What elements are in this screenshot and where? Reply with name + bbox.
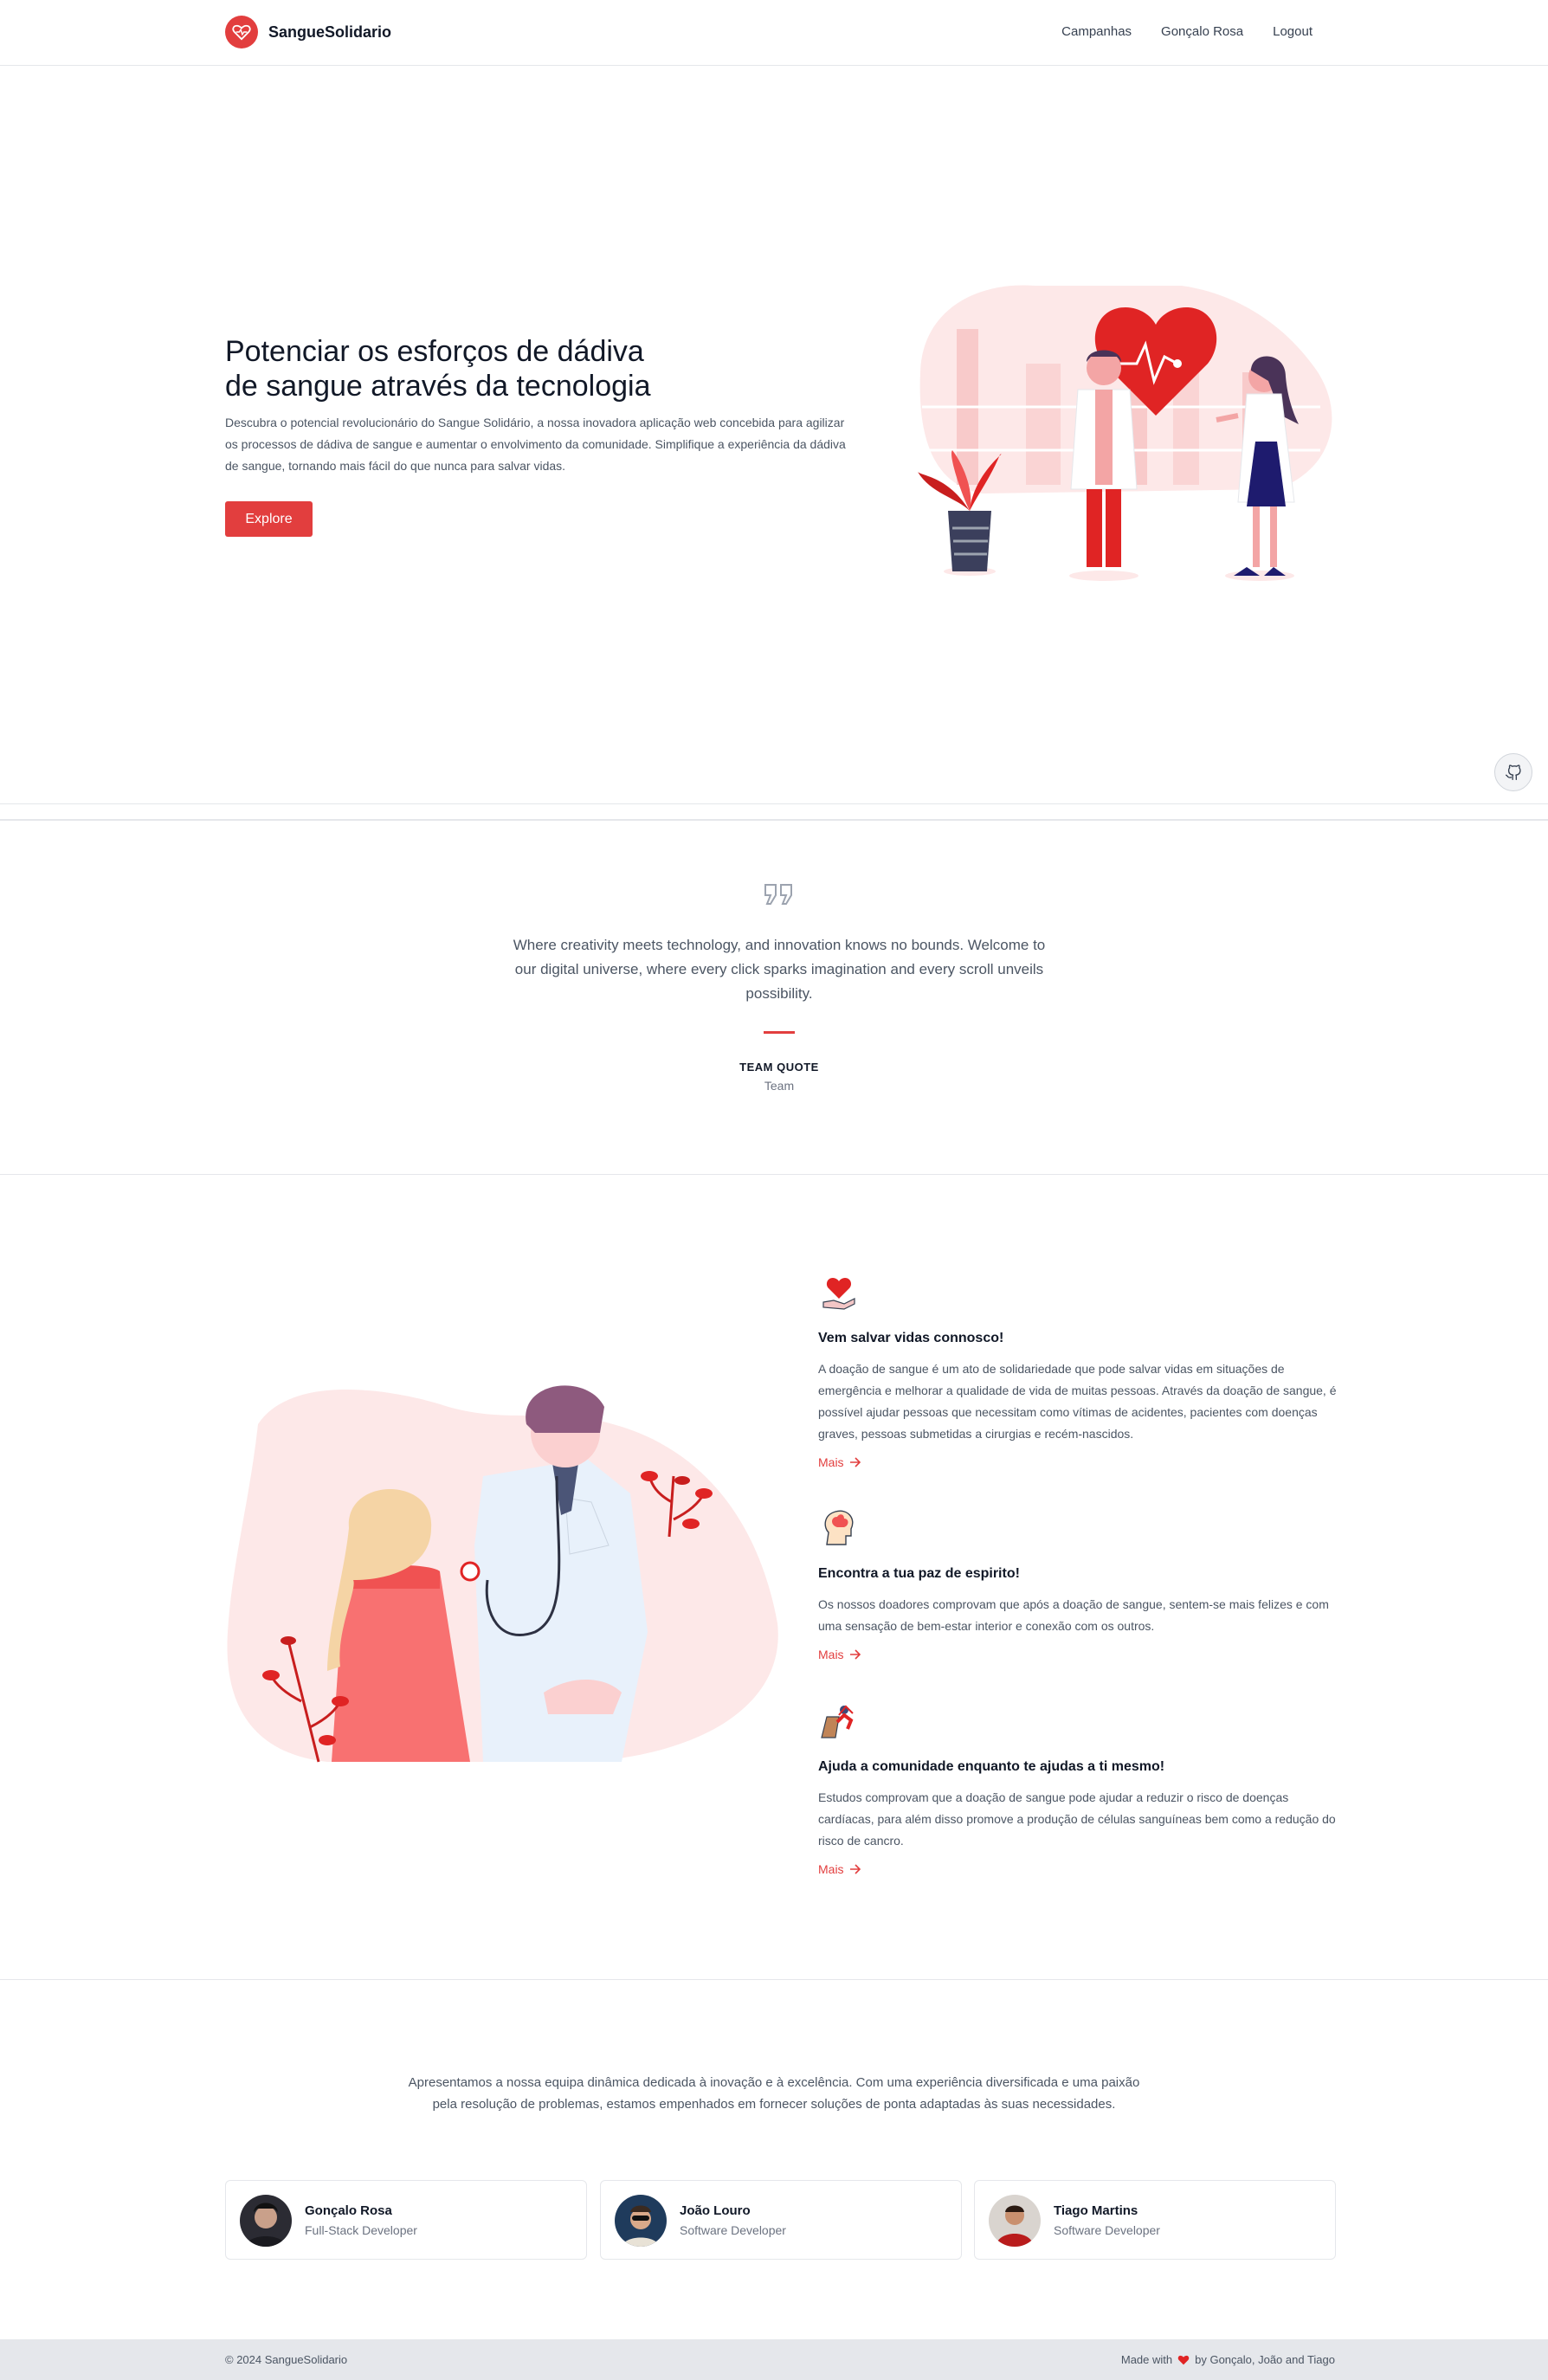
explore-button[interactable]: Explore <box>225 501 313 537</box>
nav-link-campanhas[interactable]: Campanhas <box>1061 24 1132 39</box>
doctor-patient-illustration <box>227 1385 778 1763</box>
section-divider <box>0 1174 1548 1175</box>
member-name: João Louro <box>680 2203 751 2218</box>
quote-role: Team <box>764 1079 795 1093</box>
avatar <box>615 2195 667 2247</box>
hero-title-line-2: de sangue através da tecnologia <box>225 370 651 403</box>
heart-hand-icon <box>822 1278 855 1310</box>
feature-item: Vem salvar vidas connosco! A doação de s… <box>818 1271 1338 1471</box>
member-name: Tiago Martins <box>1054 2203 1138 2218</box>
member-name: Gonçalo Rosa <box>305 2203 392 2218</box>
brand-name: SangueSolidario <box>268 23 392 41</box>
doctors-heart-illustration <box>918 285 1332 581</box>
heart-icon <box>1177 2355 1190 2365</box>
section-divider <box>0 803 1548 804</box>
hero-description: Descubra o potencial revolucionário do S… <box>225 416 846 473</box>
team-member-card: Gonçalo Rosa Full-Stack Developer <box>225 2180 587 2260</box>
feature-description: Os nossos doadores comprovam que após a … <box>818 1597 1329 1633</box>
made-with: Made with by Gonçalo, João and Tiago <box>1121 2353 1335 2366</box>
feature-title: Vem salvar vidas connosco! <box>818 1331 1004 1345</box>
feature-title: Encontra a tua paz de espirito! <box>818 1566 1020 1581</box>
made-with-label: Made with <box>1120 2353 1173 2366</box>
team-member-card: Tiago Martins Software Developer <box>974 2180 1336 2260</box>
brand[interactable]: SangueSolidario <box>225 16 391 48</box>
nav-link-user[interactable]: Gonçalo Rosa <box>1161 24 1243 39</box>
feature-description: Estudos comprovam que a doação de sangue… <box>818 1790 1336 1848</box>
quote-text: Where creativity meets technology, and i… <box>513 937 1046 1002</box>
more-link[interactable]: Mais <box>818 1862 861 1876</box>
team-intro: Apresentamos a nossa equipa dinâmica ded… <box>408 2075 1140 2112</box>
more-link-label: Mais <box>818 1648 844 1661</box>
copyright: © 2024 SangueSolidario <box>225 2353 348 2366</box>
feature-description: A doação de sangue é um ato de solidarie… <box>818 1362 1337 1441</box>
feature-item: Encontra a tua paz de espirito! Os nosso… <box>818 1506 1338 1663</box>
quote-accent-bar <box>764 1031 795 1034</box>
avatar <box>240 2195 292 2247</box>
section-divider <box>0 819 1548 821</box>
member-role: Full-Stack Developer <box>305 2223 417 2237</box>
section-divider <box>0 1979 1548 1980</box>
made-by-label: by Gonçalo, João and Tiago <box>1195 2353 1335 2366</box>
member-role: Software Developer <box>680 2223 786 2237</box>
feature-title: Ajuda a comunidade enquanto te ajudas a … <box>818 1759 1165 1774</box>
community-icon <box>821 1705 854 1738</box>
quote-icon <box>764 884 792 905</box>
avatar <box>989 2195 1041 2247</box>
more-link[interactable]: Mais <box>818 1648 861 1661</box>
hero-title: Potenciar os esforços de dádiva de sangu… <box>225 334 814 403</box>
github-icon[interactable] <box>1494 753 1532 791</box>
team-member-card: João Louro Software Developer <box>600 2180 962 2260</box>
more-link-label: Mais <box>818 1862 844 1876</box>
arrow-right-icon <box>849 1457 861 1467</box>
quote-author: TEAM QUOTE <box>739 1061 819 1074</box>
mind-icon <box>824 1510 854 1545</box>
member-role: Software Developer <box>1054 2223 1160 2237</box>
more-link[interactable]: Mais <box>818 1455 861 1469</box>
arrow-right-icon <box>849 1649 861 1660</box>
footer: © 2024 SangueSolidario Made with by Gonç… <box>0 2339 1548 2380</box>
arrow-right-icon <box>849 1864 861 1874</box>
feature-item: Ajuda a comunidade enquanto te ajudas a … <box>818 1700 1338 1878</box>
more-link-label: Mais <box>818 1455 844 1469</box>
nav-link-logout[interactable]: Logout <box>1273 24 1313 39</box>
navbar: SangueSolidario Campanhas Gonçalo Rosa L… <box>0 0 1548 66</box>
heart-pulse-logo-icon <box>225 16 258 48</box>
nav-links: Campanhas Gonçalo Rosa Logout <box>1061 24 1313 39</box>
hero-title-line-1: Potenciar os esforços de dádiva <box>225 335 644 368</box>
